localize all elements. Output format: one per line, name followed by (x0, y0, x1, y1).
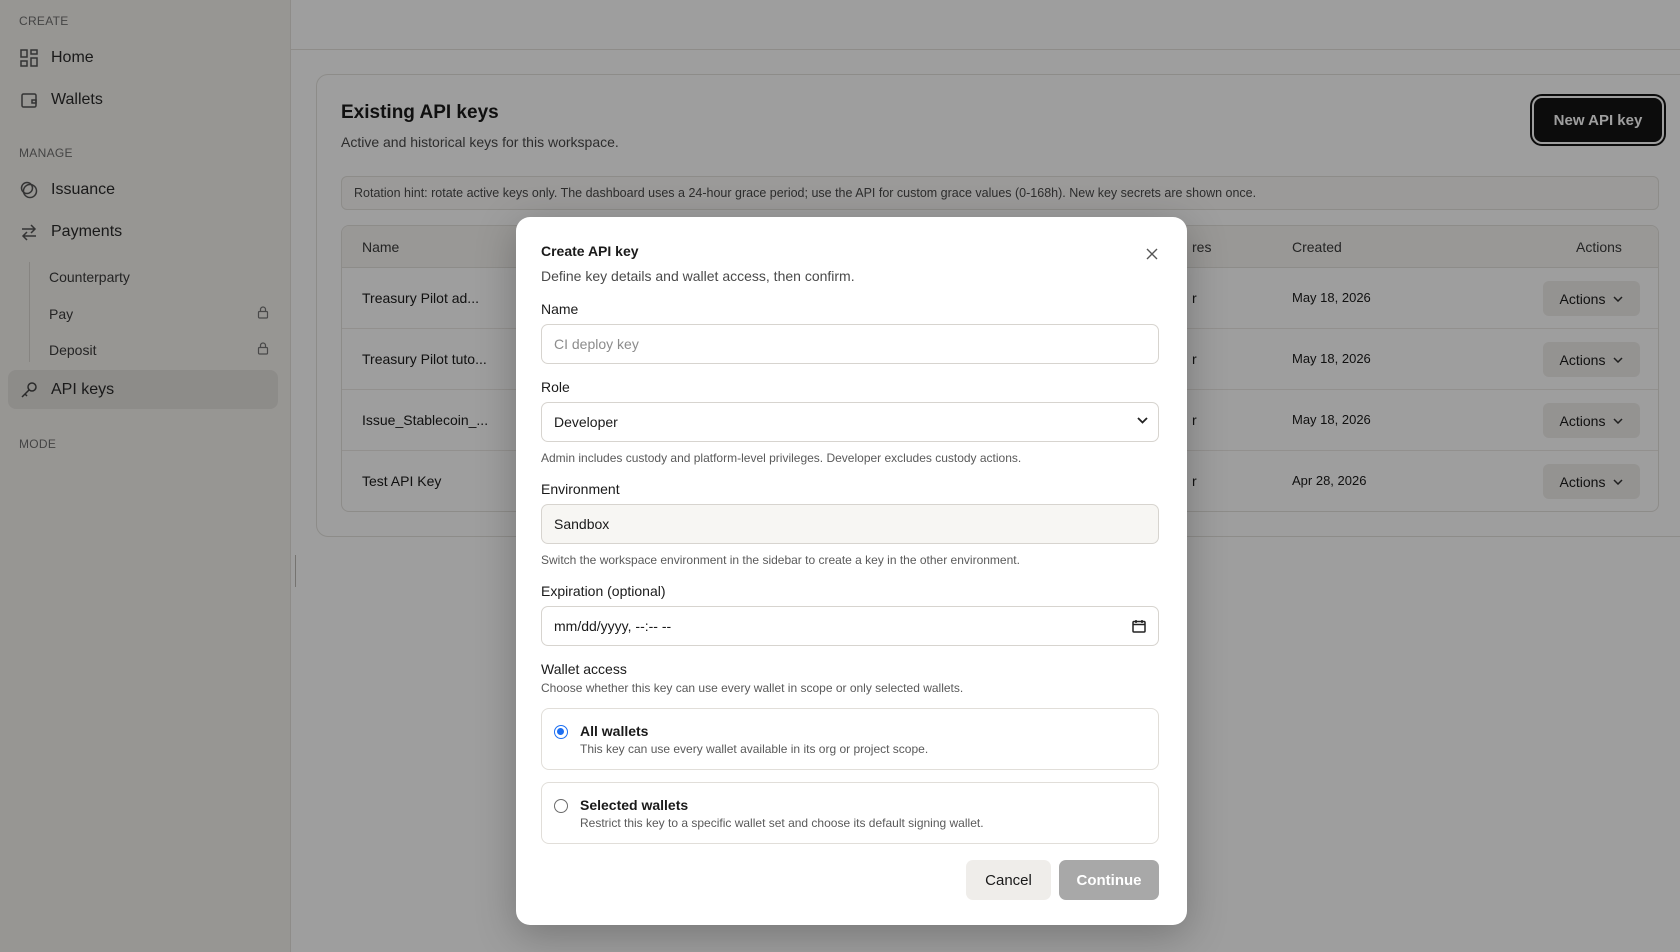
all-wallets-option[interactable]: All wallets This key can use every walle… (541, 708, 1159, 770)
option-description: This key can use every wallet available … (580, 742, 929, 756)
calendar-icon (1132, 620, 1146, 633)
environment-field: Sandbox (541, 504, 1159, 544)
wallet-access-help: Choose whether this key can use every wa… (541, 681, 964, 695)
selected-wallets-radio[interactable] (554, 799, 568, 813)
expiration-label: Expiration (optional) (541, 583, 666, 599)
dialog-title: Create API key (541, 243, 639, 259)
role-help: Admin includes custody and platform-leve… (541, 451, 1022, 465)
role-selected-value: Developer (554, 414, 618, 430)
environment-label: Environment (541, 481, 620, 497)
option-description: Restrict this key to a specific wallet s… (580, 816, 984, 830)
cancel-button[interactable]: Cancel (966, 860, 1051, 900)
option-title: Selected wallets (580, 797, 689, 813)
continue-button[interactable]: Continue (1059, 860, 1159, 900)
selected-wallets-option[interactable]: Selected wallets Restrict this key to a … (541, 782, 1159, 844)
environment-help: Switch the workspace environment in the … (541, 553, 1020, 567)
chevron-down-icon (1137, 417, 1148, 424)
name-label: Name (541, 301, 579, 317)
dialog-subtitle: Define key details and wallet access, th… (541, 268, 855, 284)
name-input[interactable]: CI deploy key (541, 324, 1159, 364)
all-wallets-radio[interactable] (554, 725, 568, 739)
role-label: Role (541, 379, 570, 395)
close-icon[interactable] (1143, 245, 1161, 263)
option-title: All wallets (580, 723, 649, 739)
create-api-key-dialog: Create API key Define key details and wa… (516, 217, 1187, 925)
role-select[interactable]: Developer (541, 402, 1159, 442)
wallet-access-label: Wallet access (541, 661, 627, 677)
expiration-placeholder: mm/dd/yyyy, --:-- -- (554, 618, 672, 634)
expiration-input[interactable]: mm/dd/yyyy, --:-- -- (541, 606, 1159, 646)
